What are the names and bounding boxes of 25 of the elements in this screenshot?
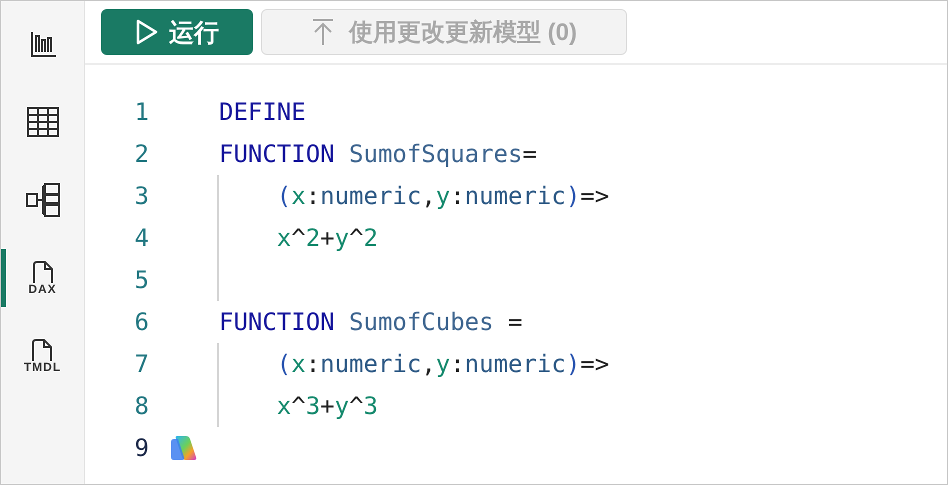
line-number: 3	[134, 182, 149, 210]
line-number: 4	[134, 224, 149, 252]
play-icon	[135, 18, 159, 46]
code-line: (x:numeric,y:numeric)=>	[276, 350, 610, 378]
line-number: 1	[134, 98, 149, 126]
code-line: FUNCTION SumofCubes =	[219, 308, 522, 336]
line-number: 7	[134, 350, 149, 378]
bar-chart-icon	[28, 30, 56, 58]
code-line: (x:numeric,y:numeric)=>	[276, 182, 610, 210]
line-number: 6	[134, 308, 149, 336]
sidebar-tab[interactable]: TMDL	[1, 327, 84, 385]
run-button[interactable]: 运行	[101, 9, 253, 55]
table-icon	[26, 107, 58, 137]
line-number: 2	[134, 140, 149, 168]
sidebar-tab[interactable]: DAX	[1, 249, 84, 307]
code-line: x^3+y^3	[276, 392, 378, 420]
upload-icon	[311, 18, 335, 46]
model-icon	[24, 182, 60, 218]
line-number: 5	[134, 266, 149, 294]
copilot-icon[interactable]	[168, 433, 198, 463]
line-number: 8	[134, 392, 149, 420]
line-number: 9	[134, 434, 149, 462]
code-line: FUNCTION SumofSquares=	[219, 140, 537, 168]
code-line: DEFINE	[219, 98, 306, 126]
code-line: x^2+y^2	[276, 224, 378, 252]
